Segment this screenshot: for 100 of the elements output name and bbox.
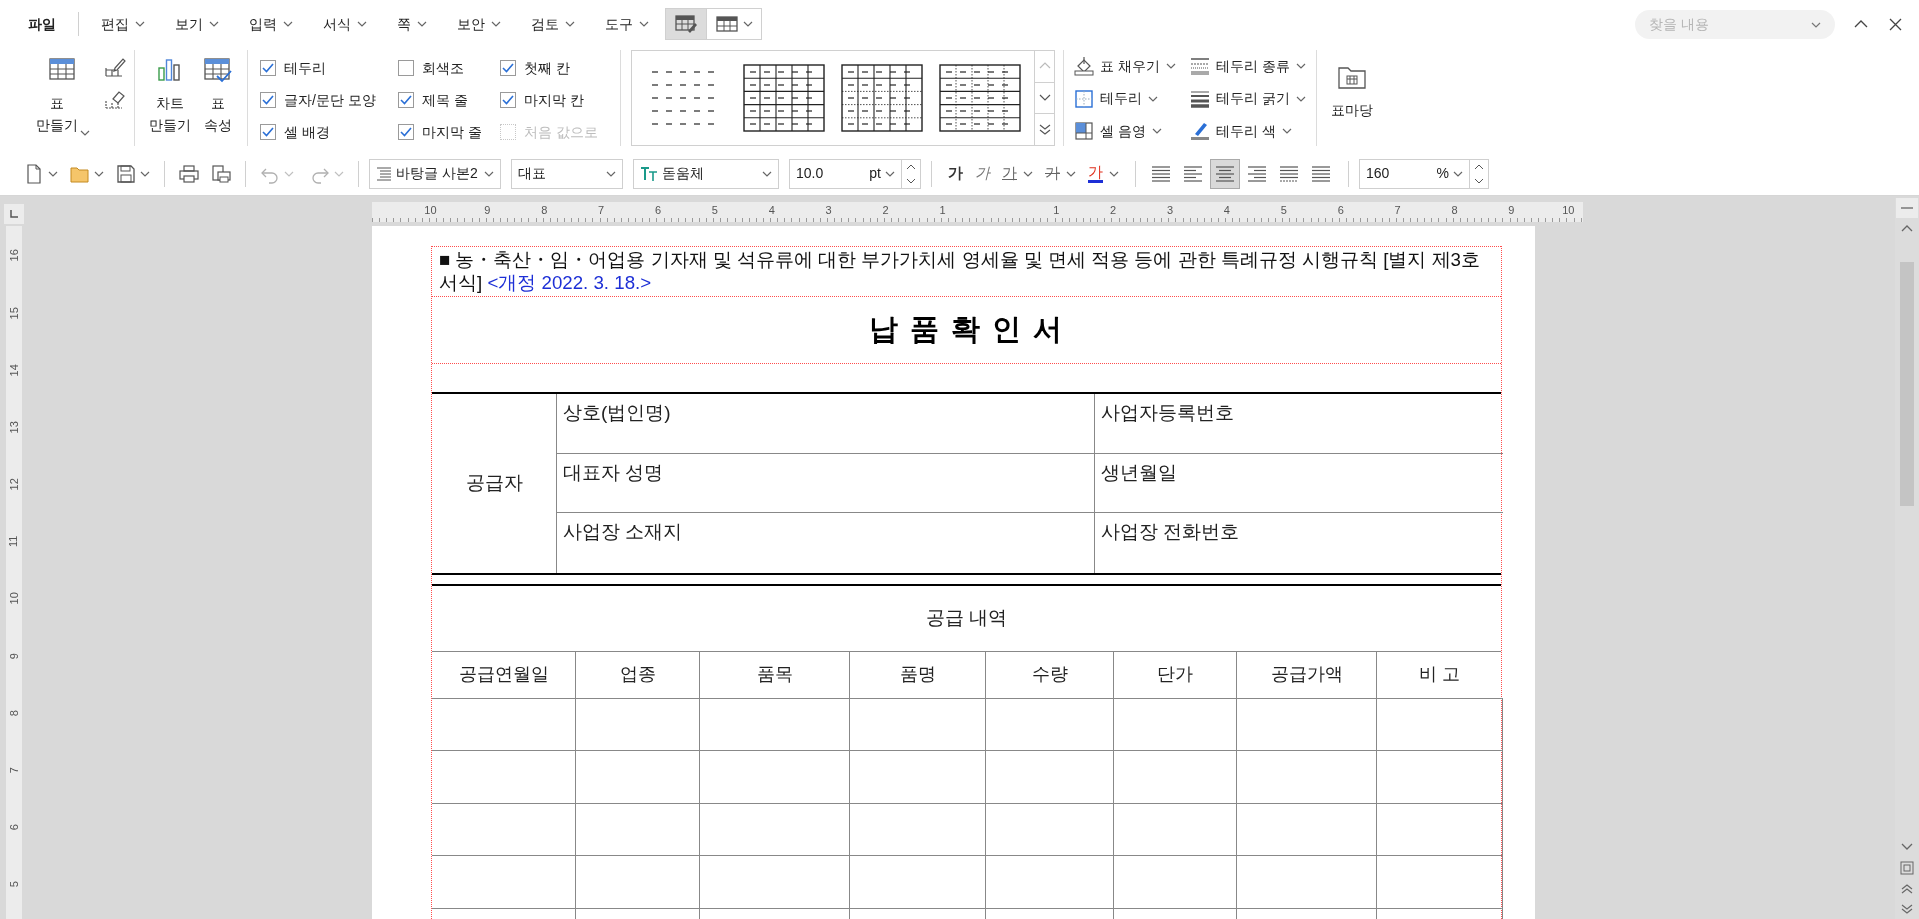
ribbon-tool-button[interactable]: 테두리 굵기: [1187, 82, 1308, 115]
ruler-label: 10: [423, 203, 438, 218]
menu-tab[interactable]: 보안: [449, 9, 509, 39]
ruler-label: 12: [6, 478, 21, 491]
menu-tab[interactable]: 편집: [93, 9, 153, 39]
ruler-label: 5: [1279, 203, 1288, 218]
scrollbar-thumb[interactable]: [1900, 262, 1914, 506]
table-style-thumbnail[interactable]: [742, 61, 826, 135]
chevron-down-icon: [906, 177, 916, 184]
checkbox[interactable]: [500, 60, 516, 76]
ribbon-tool-button[interactable]: 표 채우기: [1072, 50, 1178, 82]
caret-icon: [743, 21, 753, 27]
ribbon-button[interactable]: 표 만들기: [30, 48, 96, 148]
menu-tab[interactable]: 입력: [241, 9, 301, 39]
checkbox-label: 회색조: [422, 58, 464, 78]
checkbox-label: 처음 값으로: [524, 122, 598, 142]
chevron-up-icon: [906, 163, 916, 170]
ribbon-button[interactable]: 차트 만들기: [143, 48, 197, 148]
caret-icon: [284, 170, 294, 177]
table-header-cell: 비 고: [1377, 651, 1503, 699]
font-size-field[interactable]: 10.0 pt: [789, 158, 921, 189]
caret-icon: [1165, 63, 1176, 69]
menu-tab[interactable]: 검토: [523, 9, 583, 39]
ruler-label: 8: [540, 203, 549, 218]
check-icon: [502, 95, 514, 105]
split-view-button[interactable]: [1896, 198, 1918, 218]
checkbox-label: 테두리: [284, 58, 326, 78]
strike-button[interactable]: 가: [1039, 158, 1082, 189]
ruler-label: 6: [653, 203, 663, 218]
print-preview-icon: [211, 163, 231, 184]
color-button[interactable]: 가: [1082, 158, 1125, 189]
ribbon-tool-button[interactable]: 테두리 종류: [1187, 50, 1308, 82]
caret-icon: [135, 21, 145, 27]
double-chevron-down-icon: [1900, 904, 1914, 914]
floppy-icon: [116, 163, 136, 184]
bold-button[interactable]: 가: [942, 158, 969, 189]
draw-table-button[interactable]: [104, 56, 126, 78]
table-header-cell: 수량: [986, 651, 1114, 699]
ruler-label: 3: [824, 203, 833, 218]
menu-tab[interactable]: 파일: [20, 9, 64, 39]
search-field[interactable]: 찾을 내용: [1635, 9, 1835, 39]
zoom-field[interactable]: 160 %: [1359, 158, 1489, 189]
unit-dropdown[interactable]: pt: [869, 163, 901, 184]
checkbox[interactable]: [398, 124, 414, 140]
underline-button[interactable]: 가: [996, 158, 1039, 189]
menu-tab[interactable]: 도구: [597, 9, 657, 39]
menu-tab[interactable]: 서식: [315, 9, 375, 39]
ruler-label: 16: [6, 249, 21, 262]
ruler-label: 7: [597, 203, 606, 218]
align-center-button[interactable]: [1210, 158, 1240, 189]
align-center-icon: [1215, 163, 1235, 184]
ribbon-tool-button[interactable]: 테두리: [1072, 82, 1178, 115]
italic-button[interactable]: 가: [969, 158, 996, 189]
checkbox[interactable]: [398, 92, 414, 108]
paragraph-style-dropdown[interactable]: 바탕글 사본2: [369, 158, 501, 189]
tab-type-button[interactable]: [4, 204, 24, 224]
caret-icon: [639, 21, 649, 27]
zoom-unit-dropdown[interactable]: %: [1436, 163, 1469, 184]
table-style-thumbnail[interactable]: [938, 61, 1022, 135]
checkbox[interactable]: [260, 60, 276, 76]
border-grid-icon: [1074, 88, 1094, 109]
paint-bucket-icon: [1074, 56, 1094, 76]
checkbox[interactable]: [260, 92, 276, 108]
ruler-label: 8: [1450, 203, 1459, 218]
table-style-thumbnail[interactable]: [840, 61, 924, 135]
checkbox[interactable]: [500, 92, 516, 108]
check-icon: [502, 63, 514, 73]
ribbon-tool-button[interactable]: 셀 음영: [1072, 115, 1178, 148]
check-icon: [400, 127, 412, 137]
ruler-label: 9: [6, 652, 21, 659]
menu-tab[interactable]: 보기: [167, 9, 227, 39]
checkbox[interactable]: [260, 124, 276, 140]
checkbox-label: 마지막 줄: [422, 122, 482, 142]
ribbon-tool-button[interactable]: 테두리 색: [1187, 115, 1308, 148]
table-cell: 대표자 성명: [557, 453, 1095, 513]
ruler-label: 7: [1393, 203, 1402, 218]
caret-icon: [357, 21, 367, 27]
language-dropdown[interactable]: 대표: [511, 158, 623, 189]
ruler-label: 9: [483, 203, 492, 218]
font-dropdown[interactable]: 돋움체: [633, 158, 779, 189]
checkbox[interactable]: [398, 60, 414, 76]
double-chevron-icon: [1038, 124, 1051, 136]
table-header-cell: 공급가액: [1237, 651, 1377, 699]
context-tab[interactable]: [665, 8, 707, 40]
ruler-label: 10: [1561, 203, 1576, 218]
paragraph-lines-icon: [376, 165, 392, 182]
ruler-label: 6: [1336, 203, 1345, 218]
menu-tab[interactable]: 쪽: [389, 9, 435, 39]
page-icon: [1900, 861, 1914, 875]
field-value: 160: [1365, 164, 1391, 183]
checkbox-label: 마지막 칸: [524, 90, 584, 110]
ribbon-button[interactable]: 표마당: [1324, 48, 1379, 148]
ruler-label: 11: [6, 535, 21, 548]
context-tab[interactable]: [707, 8, 762, 40]
caret-icon: [140, 170, 150, 177]
ribbon-button[interactable]: 표 속성: [197, 48, 239, 148]
ruler-label: 15: [6, 306, 21, 319]
printer-icon: [179, 163, 199, 184]
ruler-label: 5: [710, 203, 719, 218]
ruler-label: 4: [767, 203, 776, 218]
